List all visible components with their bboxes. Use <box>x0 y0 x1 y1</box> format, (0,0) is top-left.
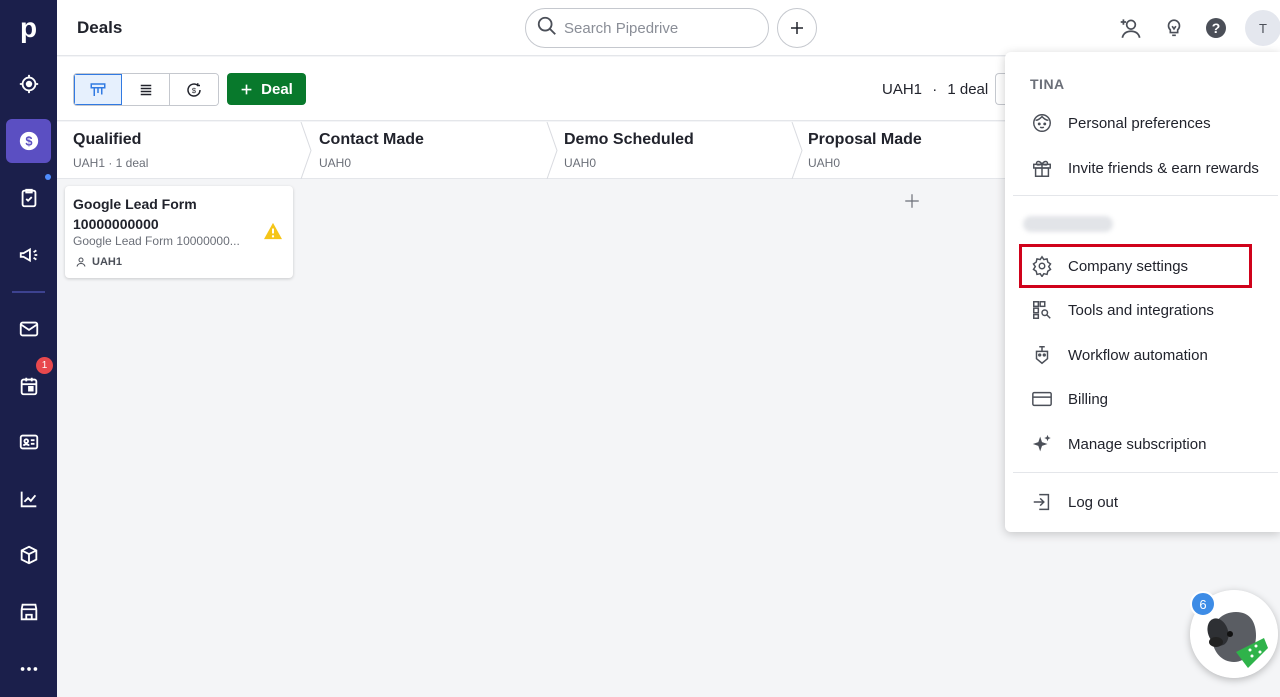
insights-nav-icon[interactable] <box>6 477 51 521</box>
stage-headers: Qualified UAH1 · 1 deal Contact Made UAH… <box>57 122 1017 179</box>
menu-item-label: Log out <box>1068 493 1119 511</box>
activities-nav-icon[interactable] <box>6 176 51 220</box>
menu-item-label: Invite friends & earn rewards <box>1068 159 1259 177</box>
svg-text:$: $ <box>25 134 32 149</box>
menu-item-label: Manage subscription <box>1068 435 1207 453</box>
lightbulb-icon[interactable] <box>1160 14 1188 42</box>
add-deal-label: Deal <box>261 80 293 98</box>
svg-text:?: ? <box>1212 20 1221 36</box>
deal-title: Google Lead Form 10000000000 <box>73 196 197 232</box>
campaigns-nav-icon[interactable] <box>6 233 51 277</box>
menu-manage-subscription[interactable]: Manage subscription <box>1013 424 1273 464</box>
deal-owner: UAH1 <box>75 256 122 268</box>
help-icon[interactable]: ? <box>1202 14 1230 42</box>
pipeline-view-icon <box>90 82 106 96</box>
left-nav-rail: p $ 1 <box>0 0 57 697</box>
add-user-icon[interactable] <box>1117 14 1145 42</box>
deal-card[interactable]: Google Lead Form 10000000000 Google Lead… <box>65 186 293 278</box>
warning-icon[interactable] <box>263 222 283 245</box>
menu-divider <box>1013 472 1278 473</box>
rail-divider <box>12 291 45 293</box>
stage-contact-made[interactable]: Contact Made UAH0 <box>303 122 548 179</box>
gift-icon <box>1013 157 1071 179</box>
pipeline-view-button[interactable] <box>74 74 122 105</box>
stage-name: Qualified <box>73 131 142 148</box>
menu-item-label: Personal preferences <box>1068 114 1211 132</box>
add-deal-to-stage-button[interactable] <box>903 192 921 215</box>
pipedrive-logo[interactable]: p <box>0 0 57 56</box>
marketplace-nav-icon[interactable] <box>6 590 51 634</box>
menu-item-label: Billing <box>1068 390 1109 408</box>
menu-tools-integrations[interactable]: Tools and integrations <box>1013 290 1273 330</box>
menu-user-name: TINA <box>1030 76 1065 92</box>
menu-item-label: Tools and integrations <box>1068 301 1214 319</box>
company-settings-highlight-box <box>1019 244 1252 288</box>
helper-notification-badge: 6 <box>1190 591 1216 617</box>
user-avatar[interactable]: T <box>1245 10 1280 46</box>
search-box[interactable] <box>525 8 769 48</box>
credit-card-icon <box>1013 388 1071 410</box>
stage-meta: UAH0 <box>808 156 841 170</box>
svg-text:$: $ <box>192 86 197 95</box>
deal-organization: Google Lead Form 10000000... <box>73 234 240 248</box>
menu-workflow-automation[interactable]: Workflow automation <box>1013 335 1273 375</box>
plus-icon <box>905 194 919 208</box>
summary-value: UAH1 <box>882 81 923 98</box>
logout-icon <box>1013 491 1071 513</box>
deal-value: UAH1 <box>92 256 122 268</box>
company-name-blurred <box>1023 216 1113 232</box>
stage-meta: UAH0 <box>564 156 597 170</box>
contacts-nav-icon[interactable] <box>6 420 51 464</box>
plus-icon <box>791 22 803 34</box>
menu-divider <box>1013 195 1278 196</box>
stage-name: Contact Made <box>319 131 424 148</box>
page-title: Deals <box>77 18 123 37</box>
stage-name: Proposal Made <box>808 131 922 148</box>
search-icon <box>536 15 558 42</box>
products-nav-icon[interactable] <box>6 533 51 577</box>
account-menu: TINA Personal preferences Invite friends… <box>1005 52 1280 532</box>
forecast-view-icon: $ <box>187 82 201 97</box>
sparkle-icon <box>1013 433 1071 455</box>
search-input[interactable] <box>564 19 754 37</box>
add-deal-button[interactable]: Deal <box>227 73 306 105</box>
quick-add-button[interactable] <box>777 8 817 48</box>
person-icon <box>76 257 86 267</box>
list-view-button[interactable] <box>122 74 170 105</box>
stage-meta: UAH0 <box>319 156 352 170</box>
stage-name: Demo Scheduled <box>564 131 694 148</box>
deals-nav-icon[interactable]: $ <box>6 119 51 163</box>
menu-invite-friends[interactable]: Invite friends & earn rewards <box>1013 148 1273 188</box>
face-icon <box>1013 112 1071 134</box>
top-bar: Deals ? T <box>57 0 1280 56</box>
plus-icon <box>241 84 252 94</box>
stage-qualified[interactable]: Qualified UAH1 · 1 deal <box>57 122 302 179</box>
more-nav-icon[interactable] <box>6 647 51 691</box>
summary-separator: · <box>932 81 938 98</box>
stage-proposal-made[interactable]: Proposal Made UAH0 <box>792 122 1017 179</box>
tools-icon <box>1013 299 1071 321</box>
menu-item-label: Workflow automation <box>1068 346 1208 364</box>
stage-meta: UAH1 · 1 deal <box>73 156 149 170</box>
menu-log-out[interactable]: Log out <box>1013 482 1273 522</box>
calendar-notification-badge: 1 <box>36 357 53 374</box>
leads-nav-icon[interactable] <box>6 62 51 106</box>
robot-icon <box>1013 344 1071 366</box>
view-switcher: $ <box>73 73 219 106</box>
forecast-view-button[interactable]: $ <box>170 74 218 105</box>
menu-personal-preferences[interactable]: Personal preferences <box>1013 103 1273 143</box>
mail-nav-icon[interactable] <box>6 307 51 351</box>
menu-billing[interactable]: Billing <box>1013 379 1273 419</box>
summary-count: 1 deal <box>947 81 989 98</box>
stage-demo-scheduled[interactable]: Demo Scheduled UAH0 <box>548 122 793 179</box>
list-view-icon <box>140 84 151 95</box>
pipeline-summary: UAH1 · 1 deal <box>882 81 988 98</box>
